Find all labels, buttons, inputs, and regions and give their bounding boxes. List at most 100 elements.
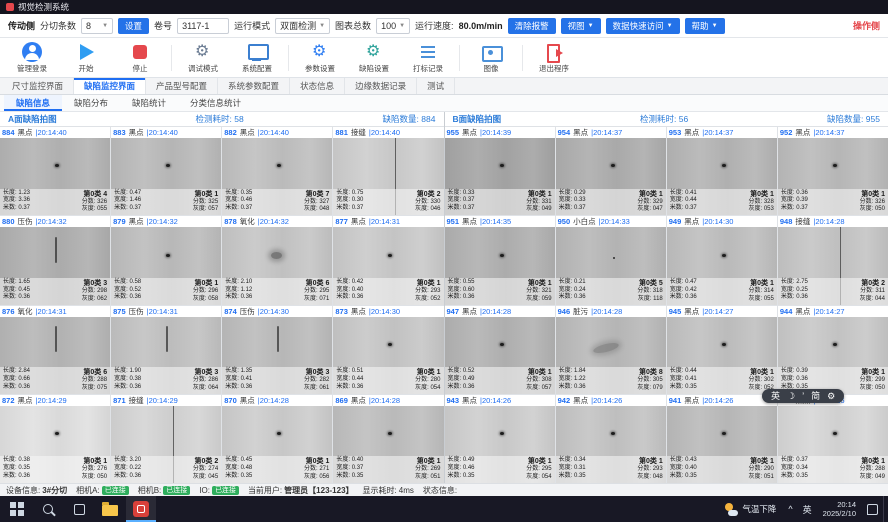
defect-card[interactable]: 879 黑点 |20:14:32 长度: 0.58 宽度: 0.52 米数: 0… — [111, 216, 221, 304]
start-button[interactable] — [2, 496, 32, 522]
defect-card[interactable]: 955 黑点 |20:14:39 长度: 0.33 宽度: 0.37 米数: 0… — [445, 127, 555, 215]
toolbar-button-user[interactable]: 管理登录 — [6, 40, 58, 76]
taskbar-search-button[interactable] — [33, 496, 63, 522]
taskbar-clock[interactable]: 20:14 2025/2/10 — [817, 500, 862, 518]
toolbar-button-camera[interactable]: 图像 — [465, 40, 517, 76]
defect-card[interactable]: 950 小白点 |20:14:33 长度: 0.21 宽度: 0.24 米数: … — [556, 216, 666, 304]
tab-6[interactable]: 测试 — [417, 78, 455, 94]
defect-card[interactable]: 875 压伤 |20:14:31 长度: 1.90 宽度: 0.38 米数: 0… — [111, 306, 221, 394]
defect-card[interactable]: 870 黑点 |20:14:28 长度: 0.45 宽度: 0.48 米数: 0… — [222, 395, 332, 483]
defect-card[interactable]: 883 黑点 |20:14:40 长度: 0.47 宽度: 1.46 米数: 0… — [111, 127, 221, 215]
subtab-0[interactable]: 缺陷信息 — [4, 95, 62, 111]
defect-card[interactable]: 876 氧化 |20:14:31 长度: 2.84 宽度: 0.66 米数: 0… — [0, 306, 110, 394]
help-menu-button[interactable]: 帮助▼ — [685, 18, 725, 34]
defect-card[interactable]: 943 黑点 |20:14:26 长度: 0.49 宽度: 0.46 米数: 0… — [445, 395, 555, 483]
defect-card[interactable]: 871 接缝 |20:14:29 长度: 3.20 宽度: 0.22 米数: 0… — [111, 395, 221, 483]
defect-gray: 灰度: 051 — [749, 474, 774, 482]
defect-card[interactable]: 947 黑点 |20:14:28 长度: 0.52 宽度: 0.49 米数: 0… — [445, 306, 555, 394]
slit-count-select[interactable]: 8▼ — [81, 18, 113, 34]
toolbar-button-defect[interactable]: 缺陷设置 — [348, 40, 400, 76]
ime-english-button[interactable]: 英 — [771, 389, 780, 403]
tab-4[interactable]: 状态信息 — [290, 78, 345, 94]
clear-alarm-button[interactable]: 清除报警 — [508, 18, 556, 34]
camera-a-status: 相机A:已连接 — [76, 485, 129, 496]
ime-simplified-button[interactable]: 简 — [811, 389, 820, 403]
view-menu-button[interactable]: 视图▼ — [561, 18, 601, 34]
defect-gray: 灰度: 048 — [637, 474, 662, 482]
defect-score: 分数: 302 — [749, 377, 774, 385]
tab-0[interactable]: 尺寸监控界面 — [2, 78, 74, 94]
tab-2[interactable]: 产品型号配置 — [146, 78, 218, 94]
defect-width: 宽度: 0.44 — [670, 197, 697, 205]
defect-width: 宽度: 0.40 — [670, 465, 697, 473]
defect-card[interactable]: 945 黑点 |20:14:27 长度: 0.44 宽度: 0.41 米数: 0… — [667, 306, 777, 394]
ime-settings-icon[interactable]: ⚙ — [827, 389, 835, 403]
defect-mark — [55, 164, 59, 167]
roll-number-input[interactable]: 3117-1 — [177, 18, 229, 34]
defect-card[interactable]: 946 脏污 |20:14:28 长度: 1.84 宽度: 1.22 米数: 0… — [556, 306, 666, 394]
defect-card[interactable]: 884 黑点 |20:14:40 长度: 1.23 宽度: 3.36 米数: 0… — [0, 127, 110, 215]
inspection-app-button[interactable] — [126, 496, 156, 522]
toolbar-button-stop[interactable]: 停止 — [114, 40, 166, 76]
run-mode-select[interactable]: 双面检测▼ — [275, 18, 330, 34]
defect-card[interactable]: 952 黑点 |20:14:37 长度: 0.36 宽度: 0.39 米数: 0… — [778, 127, 888, 215]
defect-card[interactable]: 942 黑点 |20:14:26 长度: 0.34 宽度: 0.31 米数: 0… — [556, 395, 666, 483]
run-speed-value: 80.0m/min — [459, 21, 503, 31]
apply-button[interactable]: 设置 — [118, 18, 149, 34]
subtab-2[interactable]: 缺陷统计 — [120, 95, 178, 111]
defect-card[interactable]: 873 黑点 |20:14:30 长度: 0.51 宽度: 0.44 米数: 0… — [333, 306, 443, 394]
file-explorer-button[interactable] — [95, 496, 125, 522]
defect-length: 长度: 2.10 — [225, 279, 252, 287]
defect-meters: 米数: 0.35 — [225, 473, 252, 481]
main-tabs: 尺寸监控界面缺陷监控界面产品型号配置系统参数配置状态信息边缘数据记录测试 — [0, 78, 888, 95]
defect-card[interactable]: 872 黑点 |20:14:29 长度: 0.38 宽度: 0.35 米数: 0… — [0, 395, 110, 483]
defect-card[interactable]: 948 接缝 |20:14:28 长度: 2.75 宽度: 0.25 米数: 0… — [778, 216, 888, 304]
defect-gray: 灰度: 059 — [526, 296, 551, 304]
defect-card[interactable]: 940 黑点 |20:14:26 长度: 0.37 宽度: 0.34 米数: 0… — [778, 395, 888, 483]
defect-score: 分数: 288 — [82, 377, 107, 385]
defect-timestamp: |20:14:26 — [591, 396, 622, 405]
toolbar-button-record[interactable]: 打标记录 — [402, 40, 454, 76]
tray-expand-button[interactable]: ^ — [783, 496, 797, 522]
subtab-3[interactable]: 分类信息统计 — [178, 95, 253, 111]
defect-card[interactable]: 944 黑点 |20:14:27 长度: 0.39 宽度: 0.36 米数: 0… — [778, 306, 888, 394]
tab-3[interactable]: 系统参数配置 — [218, 78, 290, 94]
ime-night-icon[interactable]: ☽ — [787, 389, 795, 403]
defect-length: 长度: 0.51 — [336, 368, 363, 376]
defect-card[interactable]: 877 黑点 |20:14:31 长度: 0.42 宽度: 0.40 米数: 0… — [333, 216, 443, 304]
defect-card[interactable]: 953 黑点 |20:14:37 长度: 0.41 宽度: 0.44 米数: 0… — [667, 127, 777, 215]
toolbar-button-system[interactable]: 系统配置 — [231, 40, 283, 76]
quick-access-menu-button[interactable]: 数据快速访问▼ — [606, 18, 680, 34]
defect-card[interactable]: 882 黑点 |20:14:40 长度: 0.35 宽度: 0.46 米数: 0… — [222, 127, 332, 215]
defect-card[interactable]: 874 压伤 |20:14:30 长度: 1.35 宽度: 0.41 米数: 0… — [222, 306, 332, 394]
toolbar-button-play[interactable]: 开始 — [60, 40, 112, 76]
toolbar-button-exit[interactable]: 退出程序 — [528, 40, 580, 76]
defect-card[interactable]: 880 压伤 |20:14:32 长度: 1.65 宽度: 0.45 米数: 0… — [0, 216, 110, 304]
defect-card[interactable]: 951 黑点 |20:14:35 长度: 0.55 宽度: 0.60 米数: 0… — [445, 216, 555, 304]
defect-mark — [833, 164, 837, 167]
defect-type: 接缝 — [129, 395, 144, 406]
weather-widget[interactable]: 气温下降 — [718, 496, 783, 522]
ime-indicator[interactable]: 英 — [798, 496, 817, 522]
defect-card[interactable]: 881 接缝 |20:14:40 长度: 0.75 宽度: 0.30 米数: 0… — [333, 127, 443, 215]
ime-apostrophe-button[interactable]: ’ — [802, 389, 804, 403]
defect-timestamp: |20:14:32 — [36, 217, 67, 226]
action-center-icon[interactable] — [867, 504, 878, 515]
task-view-button[interactable] — [64, 496, 94, 522]
defect-card[interactable]: 878 氧化 |20:14:32 长度: 2.10 宽度: 1.12 米数: 0… — [222, 216, 332, 304]
defect-card[interactable]: 941 黑点 |20:14:26 长度: 0.43 宽度: 0.40 米数: 0… — [667, 395, 777, 483]
defect-card[interactable]: 949 黑点 |20:14:30 长度: 0.47 宽度: 0.42 米数: 0… — [667, 216, 777, 304]
tab-1[interactable]: 缺陷监控界面 — [74, 78, 146, 94]
toolbar-button-params[interactable]: 参数设置 — [294, 40, 346, 76]
operator-side-label[interactable]: 操作侧 — [853, 19, 880, 32]
show-desktop-button[interactable] — [883, 496, 886, 522]
chart-total-select[interactable]: 100▼ — [376, 18, 410, 34]
defect-class: 第0类 7 — [304, 190, 329, 199]
defect-card[interactable]: 869 黑点 |20:14:28 长度: 0.40 宽度: 0.37 米数: 0… — [333, 395, 443, 483]
toolbar-button-debug[interactable]: 调试模式 — [177, 40, 229, 76]
tab-5[interactable]: 边缘数据记录 — [345, 78, 417, 94]
subtab-1[interactable]: 缺陷分布 — [62, 95, 120, 111]
defect-card[interactable]: 954 黑点 |20:14:37 长度: 0.29 宽度: 0.33 米数: 0… — [556, 127, 666, 215]
defect-image: 长度: 0.75 宽度: 0.30 米数: 0.37 第0类 2 分数: 330… — [333, 138, 443, 215]
defect-timestamp: |20:14:37 — [813, 128, 844, 137]
